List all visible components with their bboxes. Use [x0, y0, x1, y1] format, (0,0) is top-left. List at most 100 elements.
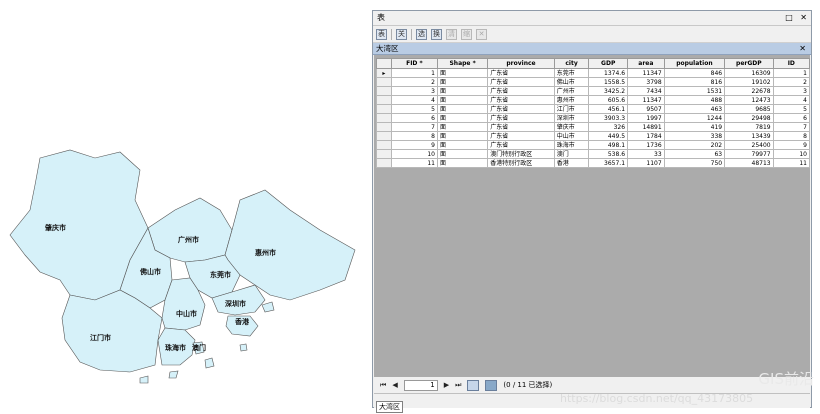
- row-selector[interactable]: [376, 158, 392, 168]
- table-cell[interactable]: 3903.3: [588, 113, 629, 123]
- table-cell[interactable]: 广东省: [487, 77, 555, 87]
- table-cell[interactable]: 4: [390, 95, 438, 105]
- table-cell[interactable]: 面: [436, 86, 489, 96]
- column-header-population[interactable]: population: [663, 58, 726, 69]
- table-cell[interactable]: 9: [772, 140, 811, 150]
- table-row[interactable]: 11 面香港特别行政区 香港 3657.1 1107 750 48713 11: [376, 158, 811, 168]
- column-header-gdp[interactable]: GDP: [588, 58, 629, 69]
- tab-close-icon[interactable]: ✕: [799, 43, 806, 54]
- column-header-province[interactable]: province: [487, 58, 555, 69]
- table-cell[interactable]: 25400: [724, 140, 774, 150]
- table-row[interactable]: 10 面澳门特别行政区 澳门 538.6 33 63 79977 10: [376, 149, 811, 159]
- table-cell[interactable]: 79977: [724, 149, 774, 159]
- table-row[interactable]: ▸ 1 面广东省 东莞市 1374.6 11347 846 16309 1: [376, 68, 811, 78]
- table-cell[interactable]: 10: [390, 149, 438, 159]
- table-cell[interactable]: 1997: [627, 113, 665, 123]
- table-cell[interactable]: 佛山市: [553, 77, 590, 87]
- table-cell[interactable]: 9: [390, 140, 438, 150]
- pin-icon[interactable]: □: [785, 13, 793, 22]
- show-selected-records-button[interactable]: [485, 379, 498, 391]
- table-row[interactable]: 5 面广东省 江门市 456.1 9507 463 9685 5: [376, 104, 811, 114]
- table-cell[interactable]: 9507: [627, 104, 665, 114]
- table-cell[interactable]: 1: [772, 68, 811, 78]
- table-cell[interactable]: 605.6: [588, 95, 629, 105]
- row-selector[interactable]: [376, 140, 392, 150]
- table-cell[interactable]: 29498: [724, 113, 774, 123]
- column-header-shape[interactable]: Shape *: [436, 58, 489, 69]
- table-cell[interactable]: 202: [663, 140, 726, 150]
- table-cell[interactable]: 538.6: [588, 149, 629, 159]
- table-cell[interactable]: 9685: [724, 104, 774, 114]
- table-cell[interactable]: 1531: [663, 86, 726, 96]
- row-selector[interactable]: [376, 77, 392, 87]
- relate-icon[interactable]: 关: [396, 28, 407, 40]
- table-cell[interactable]: 750: [663, 158, 726, 168]
- table-cell[interactable]: 449.5: [588, 131, 629, 141]
- table-cell[interactable]: 3425.2: [588, 86, 629, 96]
- table-cell[interactable]: 惠州市: [553, 95, 590, 105]
- table-cell[interactable]: 江门市: [553, 104, 590, 114]
- table-cell[interactable]: 面: [436, 113, 489, 123]
- table-cell[interactable]: 338: [663, 131, 726, 141]
- close-icon[interactable]: ✕: [800, 13, 807, 22]
- region-guangzhou[interactable]: [147, 197, 233, 263]
- window-titlebar[interactable]: 表 □ ✕: [373, 11, 811, 26]
- column-header-pergdp[interactable]: perGDP: [724, 58, 774, 69]
- table-cell[interactable]: 3: [390, 86, 438, 96]
- table-cell[interactable]: 广东省: [487, 104, 555, 114]
- table-cell[interactable]: 8: [772, 131, 811, 141]
- table-cell[interactable]: 1558.5: [588, 77, 629, 87]
- table-cell[interactable]: 12473: [724, 95, 774, 105]
- bottom-tab-daweqiu[interactable]: 大湾区: [376, 401, 403, 413]
- zoom-selected-icon[interactable]: 缩: [461, 28, 472, 40]
- table-tab[interactable]: 大湾区 ✕: [373, 43, 811, 55]
- column-header-id[interactable]: ID: [772, 58, 811, 69]
- map-view[interactable]: 肇庆市 广州市 惠州市 佛山市 东莞市 中山市 深圳市 香港 江门市 珠海市 澳…: [0, 140, 365, 390]
- table-cell[interactable]: 816: [663, 77, 726, 87]
- table-cell[interactable]: 面: [436, 158, 489, 168]
- table-cell[interactable]: 广东省: [487, 140, 555, 150]
- table-cell[interactable]: 33: [627, 149, 665, 159]
- table-cell[interactable]: 19102: [724, 77, 774, 87]
- table-cell[interactable]: 面: [436, 140, 489, 150]
- table-cell[interactable]: 7819: [724, 122, 774, 132]
- table-row[interactable]: 8 面广东省 中山市 449.5 1784 338 13439 8: [376, 131, 811, 141]
- table-cell[interactable]: 东莞市: [553, 68, 590, 78]
- table-cell[interactable]: 463: [663, 104, 726, 114]
- row-selector[interactable]: [376, 122, 392, 132]
- table-cell[interactable]: 广东省: [487, 95, 555, 105]
- table-cell[interactable]: 10: [772, 149, 811, 159]
- table-cell[interactable]: 2: [772, 77, 811, 87]
- table-cell[interactable]: 7: [772, 122, 811, 132]
- table-cell[interactable]: 深圳市: [553, 113, 590, 123]
- table-cell[interactable]: 3657.1: [588, 158, 629, 168]
- delete-selected-icon[interactable]: ✕: [476, 28, 487, 40]
- table-cell[interactable]: 846: [663, 68, 726, 78]
- table-row[interactable]: 2 面广东省 佛山市 1558.5 3798 816 19102 2: [376, 77, 811, 87]
- table-cell[interactable]: 488: [663, 95, 726, 105]
- row-selector[interactable]: [376, 104, 392, 114]
- first-record-button[interactable]: ⏮: [380, 381, 386, 390]
- next-record-button[interactable]: ▶: [444, 381, 449, 389]
- table-cell[interactable]: 1374.6: [588, 68, 629, 78]
- table-cell[interactable]: 11347: [627, 68, 665, 78]
- table-cell[interactable]: 5: [772, 104, 811, 114]
- table-row[interactable]: 7 面广东省 肇庆市 326 14891 419 7819 7: [376, 122, 811, 132]
- table-cell[interactable]: 广州市: [553, 86, 590, 96]
- table-row[interactable]: 9 面广东省 珠海市 498.1 1736 202 25400 9: [376, 140, 811, 150]
- table-row[interactable]: 3 面广东省 广州市 3425.2 7434 1531 22678 3: [376, 86, 811, 96]
- select-by-attributes-icon[interactable]: 选: [416, 28, 427, 40]
- table-cell[interactable]: 面: [436, 149, 489, 159]
- table-cell[interactable]: 48713: [724, 158, 774, 168]
- region-huizhou[interactable]: [224, 189, 356, 301]
- table-cell[interactable]: 1: [390, 68, 438, 78]
- table-cell[interactable]: 8: [390, 131, 438, 141]
- table-cell[interactable]: 326: [588, 122, 629, 132]
- table-cell[interactable]: 澳门: [553, 149, 590, 159]
- row-selector[interactable]: [376, 131, 392, 141]
- table-cell[interactable]: 面: [436, 122, 489, 132]
- table-cell[interactable]: 香港: [553, 158, 590, 168]
- record-number-input[interactable]: 1: [403, 379, 438, 391]
- table-cell[interactable]: 澳门特别行政区: [487, 149, 555, 159]
- table-cell[interactable]: 11: [390, 158, 438, 168]
